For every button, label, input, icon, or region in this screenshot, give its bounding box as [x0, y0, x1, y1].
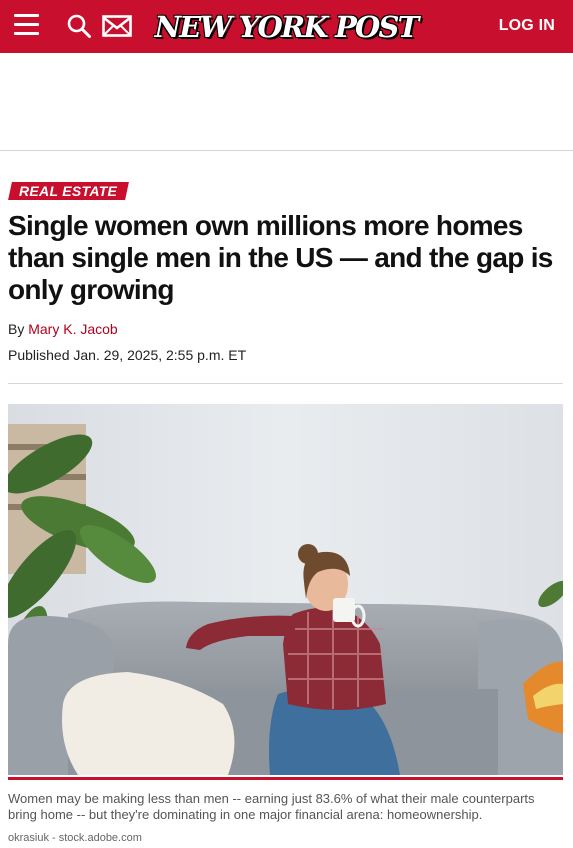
photo-caption: Women may be making less than men -- ear… — [8, 791, 535, 822]
article-photo[interactable] — [8, 404, 563, 775]
mail-icon[interactable] — [102, 15, 132, 37]
article-headline: Single women own millions more homes tha… — [8, 210, 553, 305]
logo-text: NEW YORK POST — [154, 10, 420, 44]
top-nav-bar: NEW YORK POST LOG IN — [0, 0, 573, 53]
site-logo[interactable]: NEW YORK POST — [155, 9, 420, 45]
menu-icon[interactable] — [14, 14, 39, 38]
photo-credit: okrasiuk - stock.adobe.com — [8, 832, 142, 844]
divider — [8, 383, 563, 384]
byline-prefix: By — [8, 321, 25, 337]
search-icon[interactable] — [66, 13, 92, 39]
ad-slot — [0, 53, 573, 151]
category-label: REAL ESTATE — [19, 183, 118, 199]
photo-rule — [8, 777, 563, 780]
author-link[interactable]: Mary K. Jacob — [28, 321, 117, 337]
login-button[interactable]: LOG IN — [499, 17, 555, 35]
publish-date: Published Jan. 29, 2025, 2:55 p.m. ET — [8, 347, 247, 363]
byline: By Mary K. Jacob — [8, 321, 118, 337]
category-tag[interactable]: REAL ESTATE — [8, 182, 130, 200]
photo-illustration — [8, 404, 563, 775]
